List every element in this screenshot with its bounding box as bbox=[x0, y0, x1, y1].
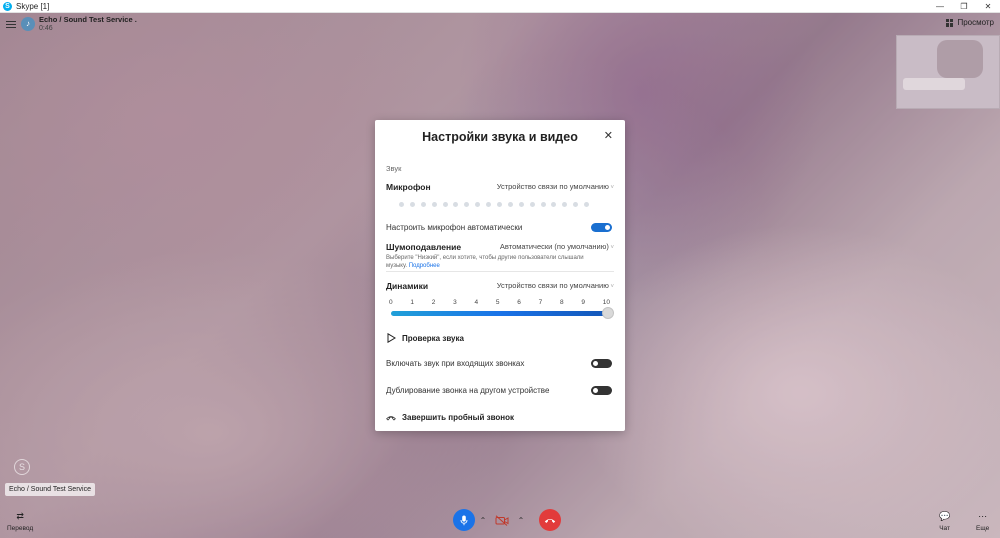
play-icon bbox=[386, 333, 396, 343]
volume-tick-label: 6 bbox=[517, 299, 521, 306]
volume-tick-label: 4 bbox=[474, 299, 479, 306]
volume-tick-label: 1 bbox=[410, 299, 414, 306]
volume-tick-label: 7 bbox=[538, 299, 543, 306]
skype-logo-icon: S bbox=[3, 1, 12, 11]
call-controls-bar: ⇄ Перевод ⌃ ⌃ 💬 Чат ⋯ Еще bbox=[0, 500, 1000, 538]
caller-avatar[interactable]: ♪ bbox=[21, 17, 35, 31]
end-call-button[interactable] bbox=[539, 509, 561, 531]
volume-tick-label: 9 bbox=[581, 299, 585, 306]
chat-label: Чат bbox=[939, 525, 950, 532]
mic-level-dot bbox=[431, 202, 437, 207]
minimize-button[interactable]: — bbox=[928, 0, 952, 13]
microphone-level-meter bbox=[399, 202, 590, 207]
volume-tick-label: 8 bbox=[560, 299, 564, 306]
mic-level-dot bbox=[540, 202, 546, 207]
close-dialog-icon[interactable]: ✕ bbox=[604, 130, 613, 142]
dialog-content[interactable]: Звук Микрофон Устройство связи по умолча… bbox=[375, 154, 625, 431]
view-button-label: Просмотр bbox=[957, 18, 994, 27]
incoming-ring-label: Включать звук при входящих звонках bbox=[386, 359, 525, 368]
speakers-select[interactable]: Устройство связи по умолчанию bbox=[497, 281, 614, 290]
hang-up-icon bbox=[386, 412, 396, 422]
microphone-options-chevron-icon[interactable]: ⌃ bbox=[479, 516, 487, 525]
grid-icon bbox=[946, 18, 954, 27]
speakers-label: Динамики bbox=[386, 281, 429, 291]
mic-level-dot bbox=[497, 202, 503, 207]
volume-tick-label: 5 bbox=[495, 299, 500, 306]
end-test-call-button[interactable]: Завершить пробный звонок bbox=[386, 412, 514, 422]
section-divider bbox=[386, 271, 614, 272]
call-controls: ⌃ ⌃ bbox=[453, 509, 561, 531]
dialog-title: Настройки звука и видео bbox=[422, 130, 578, 144]
translate-button[interactable]: ⇄ Перевод bbox=[7, 511, 33, 532]
window-controls: — ❐ ✕ bbox=[928, 0, 1000, 13]
noise-suppression-select[interactable]: Автоматически (по умолчанию) bbox=[500, 242, 614, 251]
maximize-button[interactable]: ❐ bbox=[952, 0, 976, 13]
auto-adjust-mic-label: Настроить микрофон автоматически bbox=[386, 223, 523, 232]
speaker-volume-ticks: 0 1 2 3 4 5 6 7 8 9 10 bbox=[389, 299, 610, 306]
close-window-button[interactable]: ✕ bbox=[976, 0, 1000, 13]
more-icon: ⋯ bbox=[978, 511, 988, 521]
mic-level-dot bbox=[584, 202, 590, 207]
mic-level-dot bbox=[409, 202, 415, 207]
mic-level-dot bbox=[518, 202, 524, 207]
speaker-volume-slider-thumb[interactable] bbox=[602, 307, 614, 319]
mic-level-dot bbox=[442, 202, 448, 207]
camera-button[interactable] bbox=[491, 509, 513, 531]
mic-level-dot bbox=[453, 202, 459, 207]
volume-tick-label: 10 bbox=[602, 299, 610, 306]
noise-suppression-hint: Выберите "Низкий", если хотите, чтобы др… bbox=[386, 254, 606, 270]
duplicate-ring-label: Дублирование звонка на другом устройстве bbox=[386, 386, 550, 395]
caller-name: Echo / Sound Test Service . bbox=[39, 15, 137, 24]
mic-level-dot bbox=[486, 202, 492, 207]
mic-level-dot bbox=[399, 202, 404, 207]
translate-label: Перевод bbox=[7, 525, 34, 532]
volume-tick-label: 2 bbox=[431, 299, 436, 306]
more-label: Еще bbox=[976, 525, 990, 532]
call-duration: 0:46 bbox=[39, 25, 53, 32]
speaker-volume-slider-track[interactable] bbox=[391, 311, 608, 316]
sound-test-button[interactable]: Проверка звука bbox=[386, 333, 464, 343]
chat-icon: 💬 bbox=[939, 511, 951, 521]
microphone-icon bbox=[460, 515, 468, 525]
mic-level-dot bbox=[529, 202, 535, 207]
duplicate-ring-toggle[interactable] bbox=[591, 386, 612, 395]
call-header: ♪ Echo / Sound Test Service . 0:46 Просм… bbox=[0, 13, 1000, 35]
microphone-label: Микрофон bbox=[386, 182, 431, 192]
end-test-call-label: Завершить пробный звонок bbox=[402, 412, 515, 422]
caller-info: Echo / Sound Test Service . 0:46 bbox=[39, 15, 137, 33]
learn-more-link[interactable]: Подробнее bbox=[409, 263, 440, 269]
mic-level-dot bbox=[475, 202, 481, 207]
camera-options-chevron-icon[interactable]: ⌃ bbox=[517, 516, 525, 525]
sound-test-label: Проверка звука bbox=[402, 333, 464, 343]
volume-tick-label: 3 bbox=[453, 299, 457, 306]
volume-tick-label: 0 bbox=[389, 299, 393, 306]
mic-level-dot bbox=[420, 202, 426, 207]
microphone-select[interactable]: Устройство связи по умолчанию bbox=[497, 182, 614, 191]
mic-level-dot bbox=[551, 202, 557, 207]
hang-up-icon bbox=[544, 519, 556, 523]
view-button[interactable]: Просмотр bbox=[946, 18, 994, 27]
caller-name-tag: Echo / Sound Test Service bbox=[5, 483, 95, 496]
incoming-ring-toggle[interactable] bbox=[591, 359, 612, 368]
camera-off-icon bbox=[495, 514, 509, 526]
window-title-bar: S Skype [1] — ❐ ✕ bbox=[0, 0, 1000, 13]
auto-adjust-mic-toggle[interactable] bbox=[591, 223, 612, 232]
more-button[interactable]: ⋯ Еще bbox=[976, 511, 989, 532]
mic-level-dot bbox=[464, 202, 470, 207]
skype-watermark-icon: S bbox=[14, 459, 30, 475]
microphone-button[interactable] bbox=[453, 509, 475, 531]
mic-level-dot bbox=[507, 202, 513, 207]
audio-video-settings-dialog: Настройки звука и видео ✕ Звук Микрофон … bbox=[375, 120, 625, 431]
chat-button[interactable]: 💬 Чат bbox=[939, 511, 950, 532]
mic-level-dot bbox=[562, 202, 568, 207]
self-video-preview[interactable] bbox=[896, 35, 1000, 109]
translate-icon: ⇄ bbox=[16, 511, 24, 521]
hamburger-menu-icon[interactable] bbox=[6, 20, 16, 28]
audio-section-label: Звук bbox=[386, 164, 402, 173]
noise-suppression-label: Шумоподавление bbox=[386, 242, 462, 252]
mic-level-dot bbox=[573, 202, 579, 207]
window-title: Skype [1] bbox=[16, 1, 50, 11]
